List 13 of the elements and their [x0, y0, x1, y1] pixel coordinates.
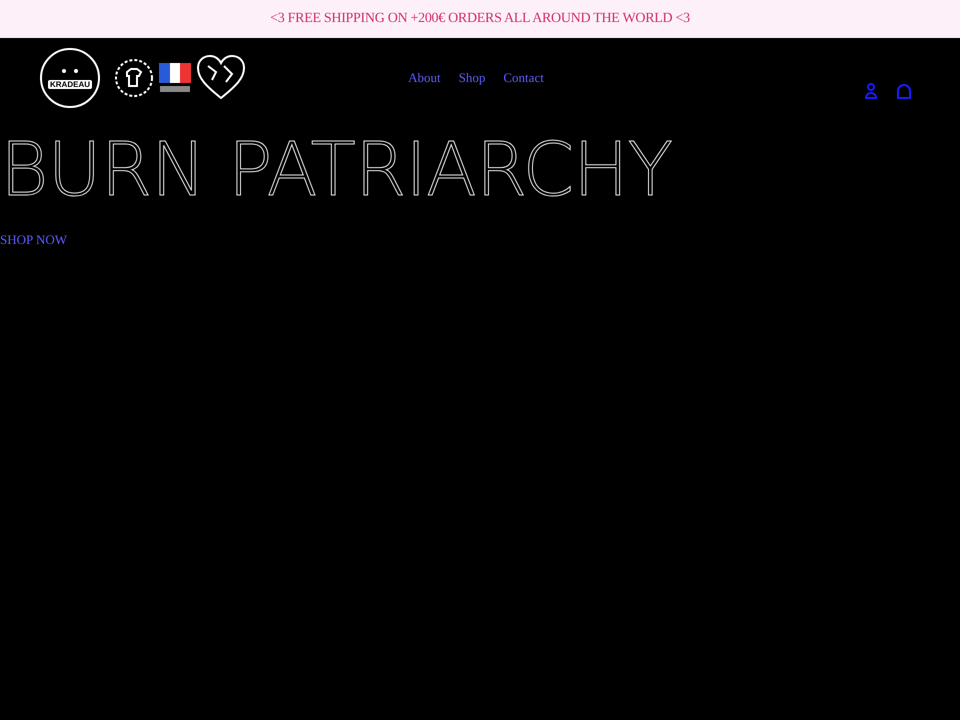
eyes-icon: [60, 68, 80, 74]
nav-link[interactable]: Shop: [458, 70, 486, 86]
heart-drawing-icon: [196, 54, 246, 102]
hero-title: BURN PATRIARCHY: [0, 130, 672, 210]
flag-icon: [158, 61, 192, 95]
brand-logo[interactable]: KRADEAU: [40, 48, 100, 108]
nav-link[interactable]: Contact: [503, 70, 544, 86]
shop-now-link[interactable]: SHOP NOW: [0, 232, 68, 248]
announcement-text: <3 FREE SHIPPING ON +200€ ORDERS ALL AROUND THE WORLD <3: [270, 11, 690, 27]
account-icon[interactable]: [864, 83, 878, 99]
nav-link[interactable]: About: [408, 70, 441, 86]
tshirt-seal-icon: [114, 58, 154, 98]
cart-icon[interactable]: [896, 83, 912, 99]
